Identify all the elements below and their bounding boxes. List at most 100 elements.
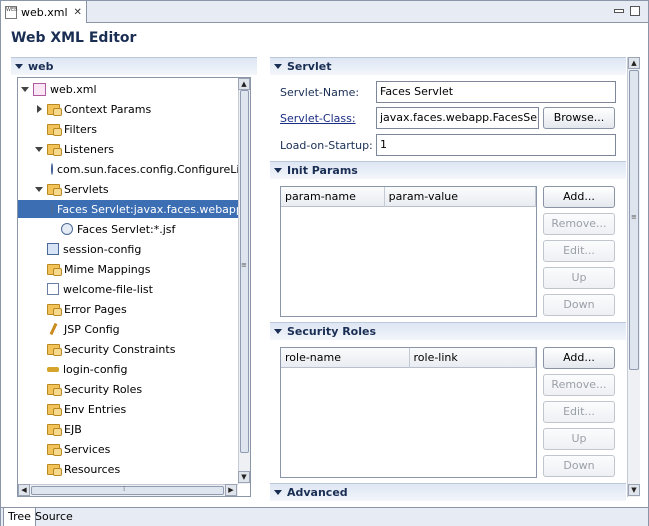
tree-item[interactable]: Faces Servlet:*.jsf (18, 220, 239, 238)
init-params-add-button[interactable]: Add... (543, 186, 615, 208)
section-title: Init Params (287, 164, 358, 177)
tree-item-label: Filters (64, 122, 97, 136)
servlet-name-label: Servlet-Name: (280, 86, 360, 99)
servlet-name-input[interactable]: Faces Servlet (376, 81, 616, 103)
security-roles-down-button[interactable]: Down (543, 455, 615, 477)
folder-icon (47, 463, 62, 476)
security-roles-add-button[interactable]: Add... (543, 347, 615, 369)
tree-item-label: Faces Servlet:*.jsf (77, 222, 176, 236)
config-icon (47, 243, 59, 255)
browse-button[interactable]: Browse... (543, 107, 615, 129)
tree-item[interactable]: Services (18, 440, 239, 458)
security-roles-up-button[interactable]: Up (543, 428, 615, 450)
close-icon[interactable]: ✕ (74, 7, 82, 18)
form-vertical-scrollbar[interactable]: ▲ ≡ ▼ (627, 57, 640, 497)
tree-item[interactable]: welcome-file-list (18, 280, 239, 298)
folder-icon (47, 123, 62, 136)
tree-item-label: Security Constraints (64, 342, 176, 356)
init-params-table[interactable]: param-name param-value (280, 186, 537, 317)
table-header: role-name role-link (281, 348, 536, 368)
section-header-security-roles[interactable]: Security Roles (270, 322, 626, 340)
security-roles-table[interactable]: role-name role-link (280, 347, 537, 478)
key-icon (47, 366, 59, 372)
xml-file-icon (33, 82, 46, 96)
editor-tab-strip: WEB web.xml ✕ (1, 1, 648, 23)
tree-item[interactable]: Context Params (18, 100, 239, 118)
scroll-down-arrow-icon[interactable]: ▼ (628, 484, 640, 496)
init-params-up-button[interactable]: Up (543, 267, 615, 289)
column-header-param-value[interactable]: param-value (385, 187, 536, 207)
tree-item[interactable]: Resources (18, 460, 239, 478)
tree-item[interactable]: web.xml (18, 80, 239, 98)
servlet-icon (61, 223, 73, 235)
expanded-arrow-icon[interactable] (34, 184, 44, 194)
tree-item-label: Faces Servlet:javax.faces.webapp.FacesSe… (57, 202, 250, 216)
tree-horizontal-scrollbar[interactable]: ◀ ⁞ ▶ (18, 484, 238, 496)
tab-source[interactable]: Source (31, 508, 77, 526)
tree-item[interactable]: Servlets (18, 180, 239, 198)
editor-tab-web-xml[interactable]: WEB web.xml ✕ (1, 1, 87, 23)
tree-vertical-scrollbar[interactable]: ▲ ≡ ▼ (238, 78, 250, 484)
pencil-icon (49, 322, 58, 336)
scroll-thumb[interactable] (31, 486, 224, 495)
scroll-thumb[interactable] (240, 90, 249, 453)
servlet-class-link[interactable]: Servlet-Class: (280, 112, 356, 125)
scroll-up-arrow-icon[interactable]: ▲ (628, 57, 640, 69)
tree-item[interactable]: Faces Servlet:javax.faces.webapp.FacesSe… (18, 200, 250, 218)
tree-item[interactable]: EJB (18, 420, 239, 438)
folder-icon (47, 303, 62, 316)
collapsed-arrow-icon[interactable] (34, 104, 44, 114)
load-on-startup-input[interactable]: 1 (376, 134, 616, 156)
tree-item-label: Servlets (64, 182, 109, 196)
init-params-down-button[interactable]: Down (543, 294, 615, 316)
scroll-down-arrow-icon[interactable]: ▼ (238, 471, 250, 483)
collapse-icon (274, 329, 282, 334)
minimize-icon[interactable] (614, 9, 624, 13)
expanded-arrow-icon[interactable] (34, 144, 44, 154)
maximize-icon[interactable] (630, 6, 640, 16)
column-header-role-link[interactable]: role-link (410, 348, 536, 368)
section-header-init-params[interactable]: Init Params (270, 161, 626, 179)
security-roles-remove-button[interactable]: Remove... (543, 374, 615, 396)
tree-item[interactable]: Mime Mappings (18, 260, 239, 278)
security-roles-edit-button[interactable]: Edit... (543, 401, 615, 423)
section-header-web[interactable]: web (11, 57, 257, 75)
tree-item-label: Security Roles (64, 382, 143, 396)
scroll-up-arrow-icon[interactable]: ▲ (238, 78, 250, 90)
section-header-servlet[interactable]: Servlet (270, 57, 626, 75)
collapse-icon (274, 490, 282, 495)
scroll-right-arrow-icon[interactable]: ▶ (225, 484, 237, 496)
tree-item[interactable]: Security Roles (18, 380, 239, 398)
servlet-class-input[interactable]: javax.faces.webapp.FacesServlet (376, 107, 539, 129)
init-params-edit-button[interactable]: Edit... (543, 240, 615, 262)
scroll-left-arrow-icon[interactable]: ◀ (18, 484, 30, 496)
tree-item[interactable]: com.sun.faces.config.ConfigureListener (18, 160, 250, 178)
tree-item[interactable]: session-config (18, 240, 239, 258)
tree-item-label: Env Entries (64, 402, 127, 416)
tree-item[interactable]: Filters (18, 120, 239, 138)
column-header-role-name[interactable]: role-name (281, 348, 410, 368)
section-title: Servlet (287, 60, 332, 73)
tree-item[interactable]: JSP Config (18, 320, 239, 338)
tree-item[interactable]: Listeners (18, 140, 239, 158)
tree-item-label: Context Params (64, 102, 152, 116)
tree-item[interactable]: login-config (18, 360, 239, 378)
grip-icon: ⁞ (123, 485, 126, 493)
tree-item[interactable]: Env Entries (18, 400, 239, 418)
tree-item-label: Resources (64, 462, 121, 476)
folder-icon (47, 443, 62, 456)
expanded-arrow-icon[interactable] (20, 84, 30, 94)
xml-file-icon: WEB (5, 5, 18, 19)
init-params-remove-button[interactable]: Remove... (543, 213, 615, 235)
web-tree[interactable]: web.xml Context Params Filters Listeners com… (17, 77, 251, 497)
section-header-advanced[interactable]: Advanced (270, 483, 626, 501)
tree-item[interactable]: Error Pages (18, 300, 239, 318)
tree-item[interactable]: Security Constraints (18, 340, 239, 358)
column-header-param-name[interactable]: param-name (281, 187, 385, 207)
